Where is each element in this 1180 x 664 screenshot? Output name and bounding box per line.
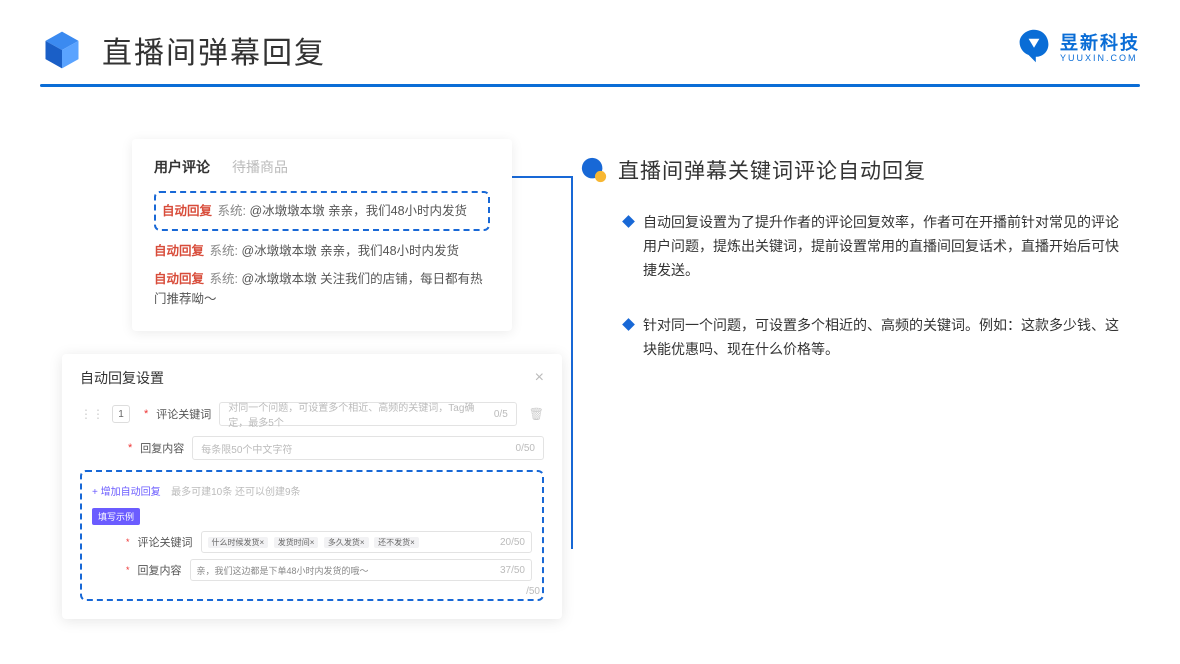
auto-reply-tag: 自动回复 — [154, 244, 204, 258]
placeholder: 对同一个问题，可设置多个相近、高频的关键词，Tag确定，最多5个 — [228, 399, 494, 429]
drag-handle-icon[interactable]: ⋮⋮ — [80, 407, 104, 421]
comment-row: 自动回复 系统: @冰墩墩本墩 亲亲，我们48小时内发货 — [154, 241, 490, 261]
page-title: 直播间弹幕回复 — [102, 28, 326, 72]
system-label: 系统: — [218, 204, 246, 218]
count: 0/5 — [494, 409, 508, 420]
tag-chip[interactable]: 什么时候发货× — [208, 537, 269, 548]
tag-chip[interactable]: 多久发货× — [324, 537, 369, 548]
settings-title: 自动回复设置 — [80, 368, 164, 388]
auto-reply-tag: 自动回复 — [154, 272, 204, 286]
index-badge: 1 — [112, 405, 130, 423]
bullet-text: 自动回复设置为了提升作者的评论回复效率，作者可在开播前针对常见的评论用户问题，提… — [643, 211, 1130, 282]
placeholder: 每条限50个中文字符 — [201, 441, 292, 456]
delete-icon[interactable]: 🗑 — [529, 407, 544, 421]
brand-name: 昱新科技 — [1060, 29, 1140, 55]
tag-chip[interactable]: 发货时间× — [274, 537, 319, 548]
reply-input[interactable]: 每条限50个中文字符 0/50 — [192, 436, 544, 460]
ex-keyword-input[interactable]: 什么时候发货× 发货时间× 多久发货× 还不发货× 20/50 — [201, 531, 532, 553]
ex-reply-input[interactable]: 亲，我们这边都是下单48小时内发货的哦～ 37/50 — [190, 559, 532, 581]
tag-chip[interactable]: 还不发货× — [374, 537, 419, 548]
reply-label: 回复内容 — [140, 440, 184, 456]
system-label: 系统: — [210, 272, 238, 286]
add-hint: 最多可建10条 还可以创建9条 — [171, 487, 300, 498]
diamond-icon — [622, 319, 635, 332]
keyword-input[interactable]: 对同一个问题，可设置多个相近、高频的关键词，Tag确定，最多5个 0/5 — [219, 402, 516, 426]
example-section: + 增加自动回复 最多可建10条 还可以创建9条 填写示例 * 评论关键词 什么… — [80, 470, 544, 601]
keyword-label: 评论关键词 — [156, 406, 211, 422]
settings-card: 自动回复设置 × ⋮⋮ 1 * 评论关键词 对同一个问题，可设置多个相近、高频的… — [62, 354, 562, 619]
bullet-text: 针对同一个问题，可设置多个相近的、高频的关键词。例如：这款多少钱、这块能优惠吗、… — [643, 314, 1130, 362]
ex-reply-text: 亲，我们这边都是下单48小时内发货的哦～ — [197, 564, 369, 577]
bullet-item: 针对同一个问题，可设置多个相近的、高频的关键词。例如：这款多少钱、这块能优惠吗、… — [580, 314, 1130, 362]
required-icon: * — [144, 408, 148, 420]
close-icon[interactable]: × — [535, 369, 544, 387]
count: 20/50 — [500, 537, 525, 548]
comment-text: @冰墩墩本墩 亲亲，我们48小时内发货 — [241, 244, 459, 258]
tab-pending-goods[interactable]: 待播商品 — [232, 157, 288, 177]
brand-icon — [1016, 28, 1052, 64]
add-auto-reply-link[interactable]: + 增加自动回复 — [92, 487, 161, 498]
comment-row: 自动回复 系统: @冰墩墩本墩 关注我们的店铺，每日都有热门推荐呦～ — [154, 269, 490, 309]
comment-text: @冰墩墩本墩 亲亲，我们48小时内发货 — [249, 204, 467, 218]
auto-reply-tag: 自动回复 — [162, 204, 212, 218]
brand-logo: 昱新科技 YUUXIN.COM — [1016, 28, 1140, 64]
comments-card: 用户评论 待播商品 自动回复 系统: @冰墩墩本墩 亲亲，我们48小时内发货 自… — [132, 139, 512, 331]
ex-reply-label: 回复内容 — [138, 562, 182, 578]
required-icon: * — [126, 565, 130, 575]
section-title: 直播间弹幕关键词评论自动回复 — [618, 155, 926, 185]
brand-sub: YUUXIN.COM — [1060, 53, 1140, 63]
cube-icon — [40, 28, 84, 72]
highlighted-comment: 自动回复 系统: @冰墩墩本墩 亲亲，我们48小时内发货 — [154, 191, 490, 231]
extra-count: /50 — [526, 586, 540, 597]
required-icon: * — [128, 442, 132, 454]
tag-chips: 什么时候发货× 发货时间× 多久发货× 还不发货× — [208, 537, 422, 548]
diamond-icon — [622, 215, 635, 228]
ex-keyword-label: 评论关键词 — [138, 534, 193, 550]
count: 37/50 — [500, 565, 525, 576]
required-icon: * — [126, 537, 130, 547]
count: 0/50 — [516, 443, 535, 454]
example-badge: 填写示例 — [92, 508, 140, 525]
tab-user-comments[interactable]: 用户评论 — [154, 157, 210, 177]
bullet-item: 自动回复设置为了提升作者的评论回复效率，作者可在开播前针对常见的评论用户问题，提… — [580, 211, 1130, 282]
system-label: 系统: — [210, 244, 238, 258]
